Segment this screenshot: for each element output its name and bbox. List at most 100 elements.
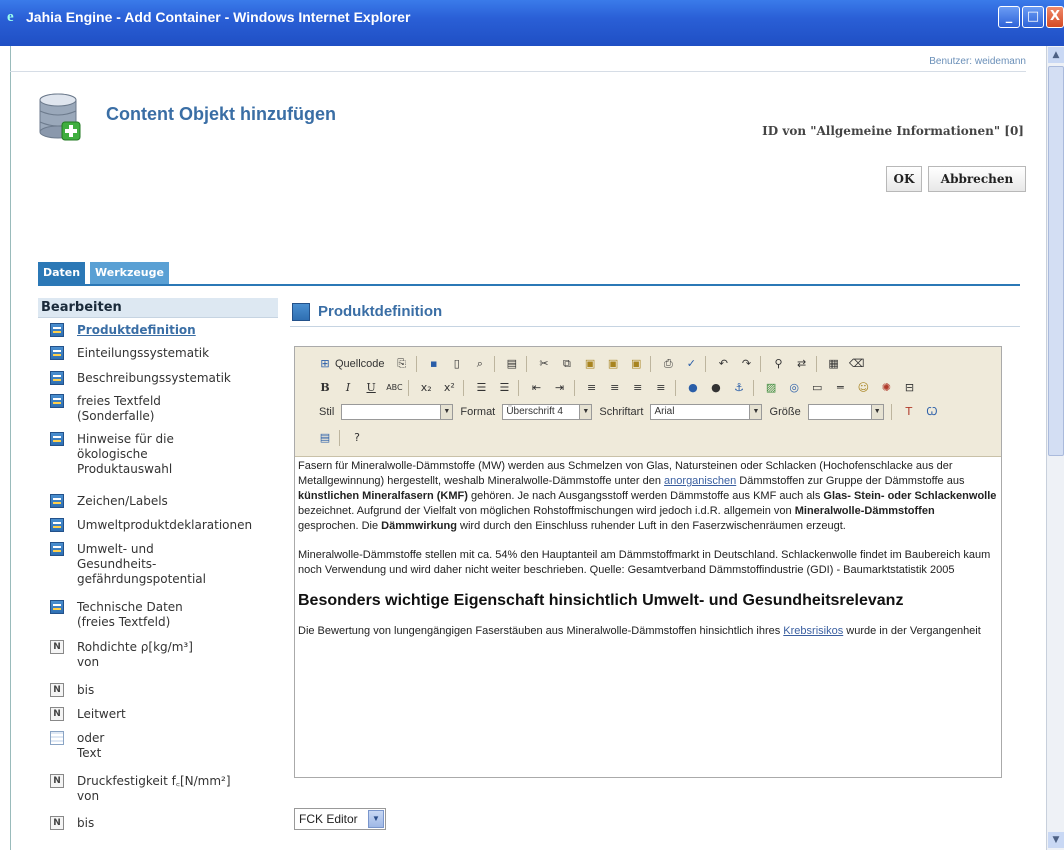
print-preview-icon[interactable]: ⌕ bbox=[472, 356, 488, 372]
sidebar-item-label[interactable]: bis bbox=[77, 816, 277, 831]
find-icon[interactable]: ⚲ bbox=[770, 356, 786, 372]
grid-icon bbox=[50, 494, 64, 508]
chevron-down-icon: ▼ bbox=[579, 405, 592, 419]
unordered-list-icon[interactable]: ☰ bbox=[496, 380, 512, 396]
sidebar-item-label[interactable]: Produktdefinition bbox=[77, 323, 277, 338]
font-combo[interactable]: Arial ▼ bbox=[650, 404, 763, 420]
show-blocks-icon[interactable]: ▤ bbox=[317, 430, 333, 446]
format-label: Format bbox=[460, 406, 496, 418]
editor-content[interactable]: Fasern für Mineralwolle-Dämmstoffe (MW) … bbox=[298, 459, 998, 653]
background-color-icon[interactable]: Ꞷ bbox=[924, 404, 940, 420]
superscript-icon[interactable]: x² bbox=[441, 380, 457, 396]
grid-icon bbox=[50, 518, 64, 532]
unlink-icon[interactable]: ● bbox=[708, 380, 724, 396]
paste-word-icon[interactable]: ▣ bbox=[628, 356, 644, 372]
print-icon[interactable]: ⎙ bbox=[660, 356, 676, 372]
grid-icon bbox=[50, 394, 64, 408]
smiley-icon[interactable]: ☺ bbox=[855, 380, 871, 396]
align-justify-icon[interactable]: ≡ bbox=[653, 380, 669, 396]
sidebar-item-label[interactable]: Umweltproduktdeklarationen bbox=[77, 518, 277, 533]
anchor-icon[interactable]: ⚓ bbox=[731, 380, 747, 396]
replace-icon[interactable]: ⇄ bbox=[794, 356, 810, 372]
italic-icon[interactable]: I bbox=[340, 380, 356, 396]
paste-text-icon[interactable]: ▣ bbox=[605, 356, 621, 372]
templates-icon[interactable]: ▤ bbox=[504, 356, 520, 372]
label-line: ökologische bbox=[77, 447, 148, 461]
text-color-icon[interactable]: T bbox=[901, 404, 917, 420]
remove-format-icon[interactable]: ⌫ bbox=[849, 356, 865, 372]
number-field-icon: N bbox=[50, 816, 64, 830]
image-icon[interactable]: ▨ bbox=[763, 380, 779, 396]
sidebar-item-label[interactable]: Beschreibungssystematik bbox=[77, 371, 277, 386]
editor-type-select[interactable]: FCK Editor ▼ bbox=[294, 808, 386, 830]
scrollbar-thumb[interactable] bbox=[1048, 66, 1064, 456]
link-icon[interactable]: ● bbox=[685, 380, 701, 396]
link-anorganischen[interactable]: anorganischen bbox=[664, 475, 736, 487]
select-all-icon[interactable]: ▦ bbox=[826, 356, 842, 372]
paste-icon[interactable]: ▣ bbox=[582, 356, 598, 372]
rich-text-editor[interactable]: ⊞ Quellcode ⎘ ▪ ▯ ⌕ ▤ ✂ ⧉ ▣ ▣ ▣ ⎙ ✓ ↶ ↷ ⚲… bbox=[294, 346, 1002, 778]
underline-icon[interactable]: U bbox=[363, 380, 379, 396]
new-page-icon[interactable]: ▯ bbox=[449, 356, 465, 372]
label-line: Rohdichte ρ[kg/m³] bbox=[77, 640, 193, 654]
ok-button[interactable]: OK bbox=[886, 166, 922, 192]
redo-icon[interactable]: ↷ bbox=[738, 356, 754, 372]
cancel-button[interactable]: Abbrechen bbox=[928, 166, 1026, 192]
sidebar-item-label[interactable]: Hinweise für die ökologische Produktauswah… bbox=[77, 432, 277, 477]
content-heading: Besonders wichtige Eigenschaft hinsichtl… bbox=[298, 592, 904, 609]
grid-icon bbox=[50, 346, 64, 360]
horizontal-rule-icon[interactable]: ═ bbox=[832, 380, 848, 396]
grid-icon bbox=[50, 371, 64, 385]
sidebar-item-label[interactable]: Technische Daten (freies Textfeld) bbox=[77, 600, 277, 630]
bold-icon[interactable]: B bbox=[317, 380, 333, 396]
strikethrough-icon[interactable]: ABC bbox=[386, 380, 402, 396]
indent-icon[interactable]: ⇥ bbox=[552, 380, 568, 396]
align-center-icon[interactable]: ≡ bbox=[607, 380, 623, 396]
sidebar-item-label[interactable]: Einteilungssystematik bbox=[77, 346, 277, 361]
save-icon[interactable]: ▪ bbox=[426, 356, 442, 372]
format-value: Überschrift 4 bbox=[506, 406, 563, 417]
source-icon[interactable]: ⊞ bbox=[317, 356, 333, 372]
minimize-button[interactable]: _ bbox=[998, 6, 1020, 28]
sidebar-item-label[interactable]: Rohdichte ρ[kg/m³] von bbox=[77, 640, 277, 670]
special-char-icon[interactable]: ✺ bbox=[878, 380, 894, 396]
label-line: von bbox=[77, 655, 100, 669]
format-combo[interactable]: Überschrift 4 ▼ bbox=[502, 404, 593, 420]
scroll-up-icon[interactable]: ▲ bbox=[1048, 47, 1064, 63]
toolbar-row-4: ▤ ? bbox=[315, 429, 367, 449]
table-icon[interactable]: ▭ bbox=[809, 380, 825, 396]
page-break-icon[interactable]: ⊟ bbox=[901, 380, 917, 396]
spellcheck-icon[interactable]: ✓ bbox=[683, 356, 699, 372]
sidebar-item-label[interactable]: oder Text bbox=[77, 731, 277, 761]
subscript-icon[interactable]: x₂ bbox=[418, 380, 434, 396]
scroll-down-icon[interactable]: ▼ bbox=[1048, 832, 1064, 848]
align-right-icon[interactable]: ≡ bbox=[630, 380, 646, 396]
sidebar-item-label[interactable]: Leitwert bbox=[77, 707, 277, 722]
page-title: Content Objekt hinzufügen bbox=[106, 104, 336, 124]
flash-icon[interactable]: ◎ bbox=[786, 380, 802, 396]
source-button[interactable]: Quellcode bbox=[335, 358, 385, 370]
sidebar-item-label[interactable]: Zeichen/Labels bbox=[77, 494, 277, 509]
about-icon[interactable]: ? bbox=[349, 430, 365, 446]
align-left-icon[interactable]: ≡ bbox=[584, 380, 600, 396]
cut-icon[interactable]: ✂ bbox=[536, 356, 552, 372]
label-line: oder bbox=[77, 731, 105, 745]
sidebar-item-label[interactable]: freies Textfeld (Sonderfalle) bbox=[77, 394, 277, 424]
style-combo[interactable]: ▼ bbox=[341, 404, 454, 420]
tab-daten[interactable]: Daten bbox=[38, 262, 86, 284]
maximize-button[interactable]: □ bbox=[1022, 6, 1044, 28]
sidebar-item-label[interactable]: bis bbox=[77, 683, 277, 698]
size-combo[interactable]: ▼ bbox=[807, 404, 884, 420]
sidebar-item-label[interactable]: Druckfestigkeit f꜀[N/mm²] von bbox=[77, 774, 277, 804]
tab-werkzeuge[interactable]: Werkzeuge bbox=[90, 262, 169, 284]
link-krebsrisikos[interactable]: Krebsrisikos bbox=[783, 625, 843, 637]
sidebar-item-label[interactable]: Umwelt- und Gesundheits-gefährdungspotent… bbox=[77, 542, 277, 587]
vertical-scrollbar[interactable]: ▲ ▼ bbox=[1046, 46, 1064, 850]
preview-icon[interactable]: ⎘ bbox=[394, 356, 410, 372]
copy-icon[interactable]: ⧉ bbox=[559, 356, 575, 372]
close-button[interactable]: X bbox=[1046, 6, 1064, 28]
sidebar-item-produktdefinition[interactable]: Produktdefinition bbox=[38, 323, 278, 339]
outdent-icon[interactable]: ⇤ bbox=[529, 380, 545, 396]
undo-icon[interactable]: ↶ bbox=[715, 356, 731, 372]
ordered-list-icon[interactable]: ☰ bbox=[473, 380, 489, 396]
